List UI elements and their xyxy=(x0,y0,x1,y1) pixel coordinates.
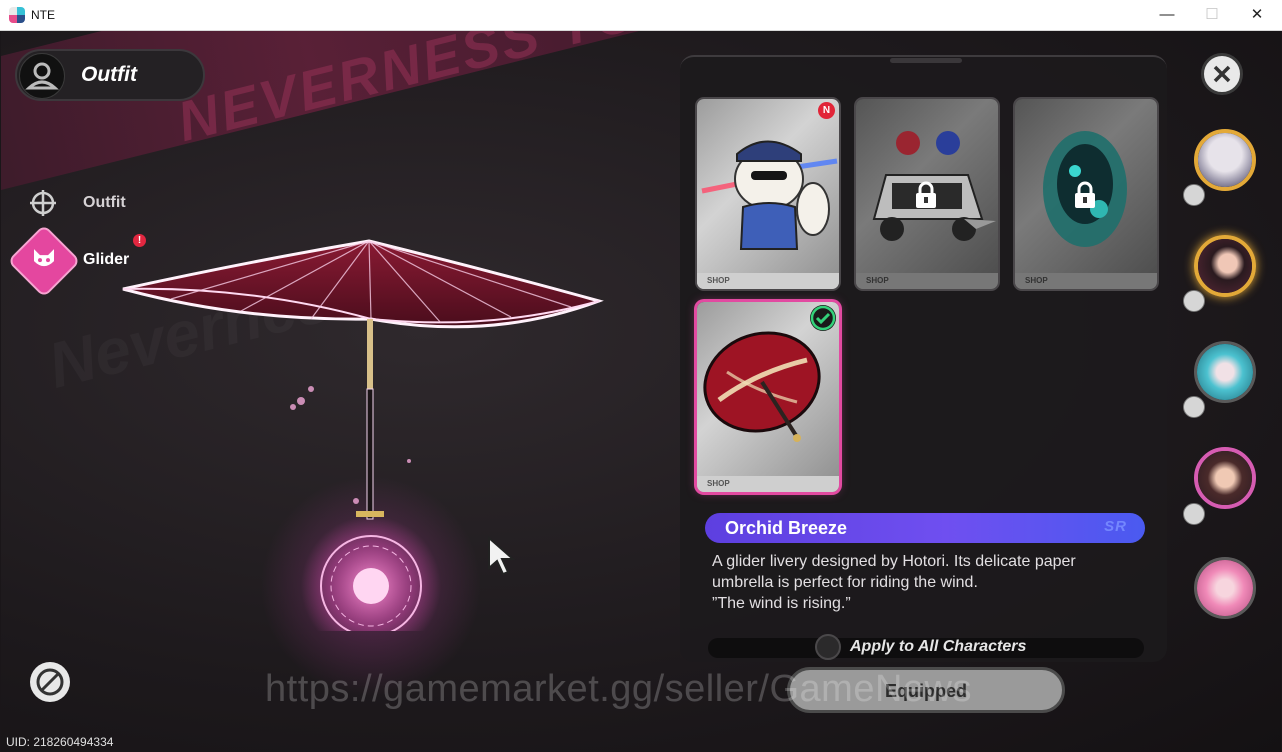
cat-mask-icon xyxy=(7,224,81,298)
glider-preview[interactable] xyxy=(111,231,611,656)
lock-icon xyxy=(916,181,936,208)
equipped-check-icon xyxy=(810,305,836,331)
window-title: NTE xyxy=(31,8,55,22)
card-footer: SHOP xyxy=(697,476,839,492)
page-title: Outfit xyxy=(81,63,137,86)
close-icon xyxy=(1213,65,1231,83)
download-icon xyxy=(1183,503,1205,525)
window-close-button[interactable]: ✕ xyxy=(1234,0,1280,30)
card-footer: SHOP xyxy=(1015,273,1157,289)
hide-glider-button[interactable] xyxy=(30,662,70,702)
avatar-white-hair[interactable] xyxy=(1194,129,1256,191)
item-name: Orchid Breeze xyxy=(725,518,848,538)
hamster-illustration xyxy=(701,140,838,250)
card-footer: SHOP xyxy=(697,273,839,289)
person-icon xyxy=(19,53,65,99)
avatar-pink-hair[interactable] xyxy=(1194,557,1256,619)
watermark-text: https://gamemarket.gg/seller/GameNews xyxy=(265,668,972,710)
download-icon xyxy=(1183,184,1205,206)
user-id: UID: 218260494334 xyxy=(6,735,114,749)
menu-item-outfit[interactable]: Outfit xyxy=(29,189,179,217)
card-orchid-umbrella[interactable]: SHOP xyxy=(697,302,839,492)
apply-to-all-radio[interactable] xyxy=(815,634,841,660)
menu-item-label: Outfit xyxy=(83,194,126,211)
new-badge: N xyxy=(818,102,835,119)
card-police-hamster[interactable]: N SHOP xyxy=(697,99,839,289)
crosshair-icon xyxy=(29,189,57,222)
panel-handle[interactable] xyxy=(890,58,962,63)
minimize-button[interactable]: — xyxy=(1144,0,1190,30)
description-line: A glider livery designed by Hotori. Its … xyxy=(712,553,1076,570)
mouse-cursor-icon xyxy=(488,536,516,576)
close-button[interactable] xyxy=(1201,53,1243,95)
apply-to-all-label: Apply to All Characters xyxy=(850,638,1027,655)
item-name-bar: Orchid Breeze SR xyxy=(705,513,1145,543)
app-icon xyxy=(9,7,25,23)
avatar-teal-hair[interactable] xyxy=(1194,341,1256,403)
rarity-mark: SR xyxy=(1104,518,1127,535)
outfit-header: Outfit xyxy=(15,49,205,101)
lock-icon xyxy=(1075,181,1095,208)
card-police-car[interactable]: SHOP xyxy=(856,99,998,289)
download-icon xyxy=(1183,290,1205,312)
item-description: A glider livery designed by Hotori. Its … xyxy=(712,551,1152,614)
description-line: umbrella is perfect for riding the wind. xyxy=(712,574,978,591)
download-icon xyxy=(1183,396,1205,418)
avatar-brown-hair[interactable] xyxy=(1194,447,1256,509)
card-footer: SHOP xyxy=(856,273,998,289)
avatar-dark-hair[interactable] xyxy=(1194,235,1256,297)
maximize-button[interactable]: ☐ xyxy=(1189,0,1235,30)
card-teal-spirit[interactable]: SHOP xyxy=(1015,99,1157,289)
description-line: ”The wind is rising.” xyxy=(712,595,851,612)
prohibited-icon xyxy=(36,668,64,696)
apply-to-all-row[interactable]: Apply to All Characters xyxy=(708,634,1144,660)
window-titlebar: NTE — ☐ ✕ xyxy=(0,0,1282,31)
